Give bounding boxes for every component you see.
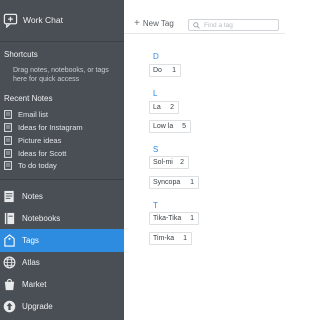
- nav-item-notebooks[interactable]: Notebooks: [0, 207, 124, 230]
- tag-name: Tim-ka: [153, 235, 175, 242]
- tag-name: Tika-Tika: [153, 215, 182, 222]
- note-icon: [4, 149, 12, 158]
- tag-icon: [4, 234, 15, 247]
- tag-group-letter: T: [153, 201, 158, 210]
- tag-count: 2: [180, 159, 184, 166]
- notebook-icon: [4, 212, 15, 225]
- nav-label: Notes: [22, 192, 43, 201]
- tag-count: 5: [182, 123, 186, 130]
- note-icon: [4, 123, 12, 132]
- nav-item-market[interactable]: Market: [0, 273, 124, 296]
- tag-group-letter: D: [153, 52, 159, 61]
- tag-count: 2: [170, 104, 174, 111]
- tag-chip[interactable]: La 2: [149, 101, 179, 114]
- nav-item-upgrade[interactable]: Upgrade: [0, 295, 124, 318]
- sidebar: Work Chat Shortcuts Drag notes, notebook…: [0, 0, 124, 320]
- nav-label: Upgrade: [22, 302, 53, 311]
- tag-chip[interactable]: Sol-mi 2: [149, 156, 189, 169]
- note-icon: [4, 161, 12, 170]
- tags-toolbar: + New Tag: [124, 0, 285, 34]
- tag-group-letter: S: [153, 145, 159, 154]
- divider: [0, 179, 124, 180]
- tag-group-letter: L: [153, 89, 158, 98]
- recent-note-item[interactable]: Email list: [4, 109, 48, 120]
- recent-note-item[interactable]: Ideas for Scott: [4, 148, 66, 159]
- shortcuts-title: Shortcuts: [4, 50, 38, 59]
- recent-note-label: Picture ideas: [18, 136, 62, 145]
- globe-icon: [3, 256, 16, 269]
- work-chat-label: Work Chat: [23, 15, 63, 25]
- recent-note-label: Email list: [18, 110, 49, 119]
- notes-icon: [4, 190, 14, 203]
- market-icon: [4, 278, 15, 291]
- tag-chip[interactable]: Tika-Tika 1: [149, 212, 199, 225]
- nav-label: Tags: [22, 236, 39, 245]
- tag-name: Low la: [153, 123, 174, 130]
- chat-bubble-icon: [3, 13, 18, 28]
- tag-name: Syncopa: [153, 179, 181, 186]
- note-icon: [4, 110, 12, 119]
- plus-icon: +: [134, 17, 140, 29]
- tag-chip[interactable]: Low la 5: [149, 120, 191, 133]
- new-tag-button[interactable]: + New Tag: [134, 17, 174, 29]
- tag-count: 1: [183, 235, 187, 242]
- tag-chip[interactable]: Tim-ka 1: [149, 232, 192, 245]
- nav-item-atlas[interactable]: Atlas: [0, 251, 124, 274]
- nav-item-tags[interactable]: Tags: [0, 229, 124, 252]
- recent-note-label: Ideas for Instagram: [18, 123, 83, 132]
- upgrade-icon: [3, 300, 16, 313]
- shortcuts-hint: Drag notes, notebooks, or tags here for …: [13, 67, 109, 84]
- nav-label: Atlas: [22, 258, 40, 267]
- new-tag-label: New Tag: [142, 19, 174, 28]
- recent-note-label: To do today: [18, 161, 57, 170]
- tag-chip[interactable]: Syncopa 1: [149, 176, 199, 189]
- nav-label: Notebooks: [22, 214, 61, 223]
- recent-note-item[interactable]: Ideas for Instagram: [4, 122, 83, 133]
- tag-count: 1: [172, 67, 176, 74]
- tag-name: Sol-mi: [153, 159, 173, 166]
- work-chat-item[interactable]: Work Chat: [0, 11, 124, 29]
- tag-count: 1: [190, 179, 194, 186]
- recent-note-item[interactable]: Picture ideas: [4, 135, 61, 146]
- recent-note-item[interactable]: To do today: [4, 160, 57, 171]
- tag-search-input[interactable]: [204, 20, 276, 30]
- tag-name: Do: [153, 67, 162, 74]
- nav-label: Market: [22, 280, 47, 289]
- tag-count: 1: [190, 215, 194, 222]
- recent-note-label: Ideas for Scott: [18, 149, 67, 158]
- note-icon: [4, 136, 12, 145]
- nav-item-notes[interactable]: Notes: [0, 185, 124, 208]
- divider: [0, 41, 124, 42]
- tag-chip[interactable]: Do 1: [149, 64, 181, 77]
- search-icon: [193, 21, 200, 29]
- tag-search-box[interactable]: [188, 19, 279, 31]
- recent-notes-title: Recent Notes: [4, 94, 53, 103]
- tag-name: La: [153, 104, 161, 111]
